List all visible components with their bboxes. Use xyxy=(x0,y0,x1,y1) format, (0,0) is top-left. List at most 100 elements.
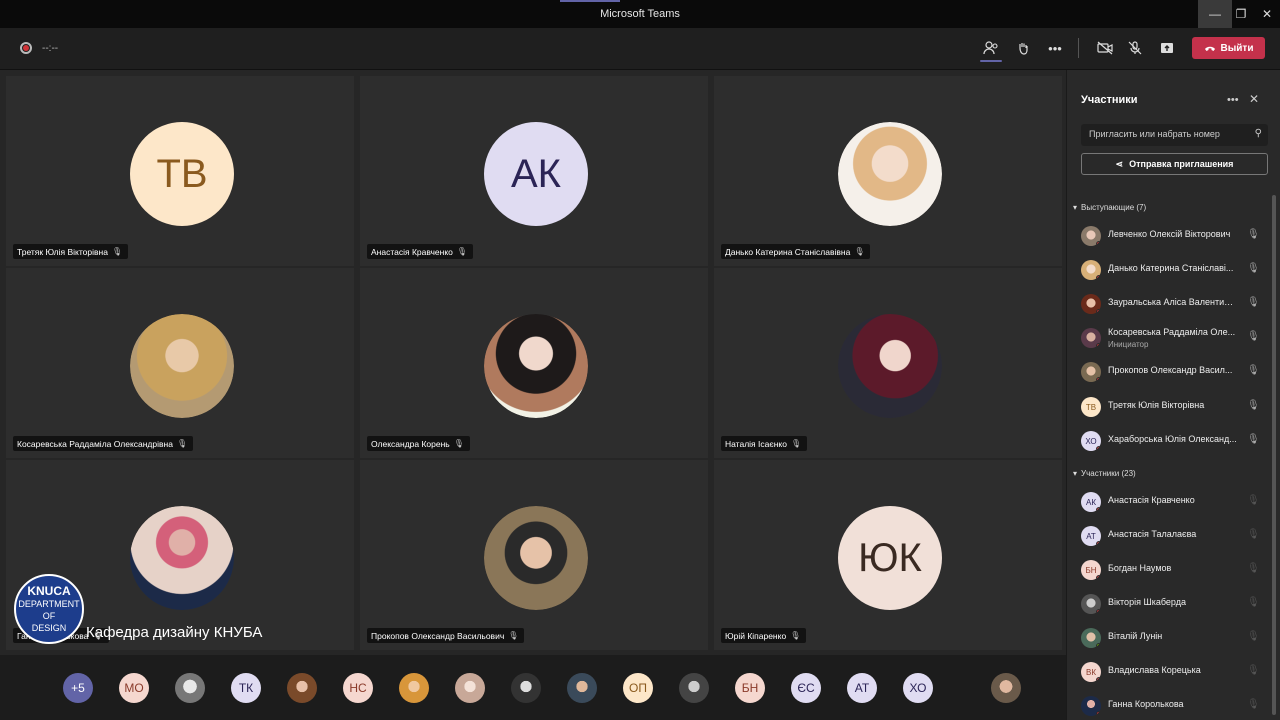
participant-name: Віталій Лунін xyxy=(1108,631,1163,641)
participant-row[interactable]: Левченко Олексій Вікторович 🎙 xyxy=(1079,223,1263,249)
tile-name-tag: Наталія Ісаєнко 🎙 xyxy=(721,436,808,451)
mic-icon: 🎙 xyxy=(1247,563,1260,574)
mic-toggle-button[interactable] xyxy=(1124,38,1146,58)
participant-avatar[interactable]: ТК xyxy=(231,673,261,703)
profile-photo xyxy=(130,506,234,610)
participant-row[interactable]: БН Богдан Наумов 🎙 xyxy=(1079,557,1263,583)
participant-avatar[interactable] xyxy=(287,673,317,703)
mic-muted-icon: 🎙 xyxy=(508,631,519,640)
participant-avatar[interactable]: НС xyxy=(343,673,373,703)
title-accent xyxy=(560,0,620,2)
panel-scrollbar[interactable] xyxy=(1272,195,1276,715)
participant-name: Косаревська Раддаміла Оле... xyxy=(1108,327,1236,337)
mic-off-icon: 🎙 xyxy=(1247,229,1260,240)
participant-row[interactable]: ВК Владислава Корецька 🎙 xyxy=(1079,659,1263,685)
tile-name-tag: Данько Катерина Станіславівна 🎙 xyxy=(721,244,871,259)
video-tile[interactable]: АК Анастасія Кравченко 🎙 xyxy=(360,76,708,266)
hand-icon xyxy=(1019,43,1028,55)
status-dot xyxy=(1096,507,1101,512)
participant-row[interactable]: Данько Катерина Станіславі... 🎙 xyxy=(1079,257,1263,283)
chevron-down-icon: ▾ xyxy=(1073,203,1078,212)
status-dot xyxy=(1096,711,1101,716)
presenters-label: Выступающие (7) xyxy=(1081,203,1147,212)
overflow-participants-bar: +5 МО ТК НС ОП БН ЄС АТ ХО xyxy=(0,655,1066,720)
participant-avatar[interactable]: БН xyxy=(735,673,765,703)
participant-avatar[interactable] xyxy=(399,673,429,703)
tile-name: Косаревська Раддаміла Олександрівна xyxy=(17,438,173,449)
tile-avatar: ТВ xyxy=(130,122,234,226)
mic-icon: 🎙 xyxy=(1247,665,1260,676)
participant-row[interactable]: Ганна Королькова 🎙 xyxy=(1079,693,1263,719)
camera-off-icon xyxy=(1097,41,1113,55)
participant-role: Инициатор xyxy=(1108,340,1149,349)
tile-name-tag: Прокопов Олександр Васильович 🎙 xyxy=(367,628,525,643)
share-screen-button[interactable] xyxy=(1156,38,1178,58)
video-tile[interactable]: Олександра Корень 🎙 xyxy=(360,268,708,458)
participant-name: Зауральська Аліса Валентині... xyxy=(1108,297,1238,307)
raise-hand-button[interactable] xyxy=(1012,38,1034,58)
participant-name: Хараборська Юлія Олександ... xyxy=(1108,434,1237,444)
toolbar-divider xyxy=(1078,38,1079,58)
self-avatar[interactable] xyxy=(991,673,1021,703)
mic-muted-icon: 🎙 xyxy=(854,247,865,256)
tile-avatar xyxy=(838,122,942,226)
more-participants-button[interactable]: +5 xyxy=(63,673,93,703)
logo-line: DEPARTMENT xyxy=(18,599,80,609)
participant-row[interactable]: Прокопов Олександр Васил... 🎙 xyxy=(1079,359,1263,385)
send-invite-button[interactable]: ⋖ Отправка приглашения xyxy=(1081,153,1268,175)
panel-close-button[interactable]: ✕ xyxy=(1249,92,1259,106)
invite-label: Отправка приглашения xyxy=(1129,159,1234,169)
participant-avatar[interactable] xyxy=(567,673,597,703)
tile-name: Прокопов Олександр Васильович xyxy=(371,630,505,641)
mic-icon: 🎙 xyxy=(790,631,801,640)
participant-row[interactable]: Косаревська Раддаміла Оле... Инициатор 🎙 xyxy=(1079,325,1263,351)
participant-row[interactable]: ТВ Третяк Юлія Вікторівна 🎙 xyxy=(1079,394,1263,420)
participant-row[interactable]: Вікторія Шкаберда 🎙 xyxy=(1079,591,1263,617)
participant-avatar[interactable] xyxy=(679,673,709,703)
video-tile[interactable]: Косаревська Раддаміла Олександрівна 🎙 xyxy=(6,268,354,458)
participant-row[interactable]: Віталій Лунін 🎙 xyxy=(1079,625,1263,651)
mic-muted-icon: 🎙 xyxy=(176,439,188,448)
status-dot xyxy=(1096,309,1101,314)
attendees-section-toggle[interactable]: ▾ Участники (23) xyxy=(1073,469,1136,478)
participant-avatar xyxy=(1081,594,1101,614)
video-tile[interactable]: Прокопов Олександр Васильович 🎙 xyxy=(360,460,708,650)
video-tile[interactable]: ТВ Третяк Юлія Вікторівна 🎙 xyxy=(6,76,354,266)
participant-avatar[interactable] xyxy=(455,673,485,703)
presenters-section-toggle[interactable]: ▾ Выступающие (7) xyxy=(1073,203,1146,212)
participant-row[interactable]: ХО Хараборська Юлія Олександ... 🎙 xyxy=(1079,428,1263,454)
video-tile[interactable]: Данько Катерина Станіславівна 🎙 xyxy=(714,76,1062,266)
participant-avatar[interactable]: АТ xyxy=(847,673,877,703)
participant-avatar[interactable] xyxy=(511,673,541,703)
record-icon xyxy=(20,42,32,54)
video-tile[interactable]: Наталія Ісаєнко 🎙 xyxy=(714,268,1062,458)
participants-toggle-button[interactable] xyxy=(980,38,1002,62)
tile-name-tag: Третяк Юлія Вікторівна 🎙 xyxy=(13,244,129,259)
invite-search-input[interactable]: Пригласить или набрать номер ⚲ xyxy=(1081,124,1268,146)
status-dot xyxy=(1096,541,1101,546)
close-window-button[interactable]: ✕ xyxy=(1250,0,1280,28)
leave-button[interactable]: Выйти xyxy=(1192,37,1265,59)
participant-avatar[interactable]: ОП xyxy=(623,673,653,703)
panel-more-button[interactable]: ••• xyxy=(1227,94,1239,106)
participant-row[interactable]: Зауральська Аліса Валентині... 🎙 xyxy=(1079,291,1263,317)
participant-avatar[interactable]: МО xyxy=(119,673,149,703)
more-options-button[interactable]: ••• xyxy=(1044,38,1066,58)
participant-row[interactable]: АТ Анастасія Талалаєва 🎙 xyxy=(1079,523,1263,549)
window-title: Microsoft Teams xyxy=(600,8,680,20)
video-tile[interactable]: ЮК Юрій Кіпаренко 🎙 xyxy=(714,460,1062,650)
knuca-logo: KNUCA DEPARTMENT OF DESIGN xyxy=(14,574,84,644)
mic-icon: 🎙 xyxy=(1247,597,1260,608)
share-icon xyxy=(1161,43,1173,53)
mic-icon: 🎙 xyxy=(1247,631,1260,642)
tile-avatar xyxy=(130,314,234,418)
tile-avatar: АК xyxy=(484,122,588,226)
participant-avatar[interactable] xyxy=(175,673,205,703)
tile-avatar xyxy=(484,506,588,610)
participant-avatar[interactable]: ЄС xyxy=(791,673,821,703)
participant-row[interactable]: АК Анастасія Кравченко 🎙 xyxy=(1079,489,1263,515)
tile-name-tag: Косаревська Раддаміла Олександрівна 🎙 xyxy=(13,436,194,451)
participant-avatar[interactable]: ХО xyxy=(903,673,933,703)
tile-name: Третяк Юлія Вікторівна xyxy=(17,246,108,257)
camera-toggle-button[interactable] xyxy=(1094,38,1116,58)
